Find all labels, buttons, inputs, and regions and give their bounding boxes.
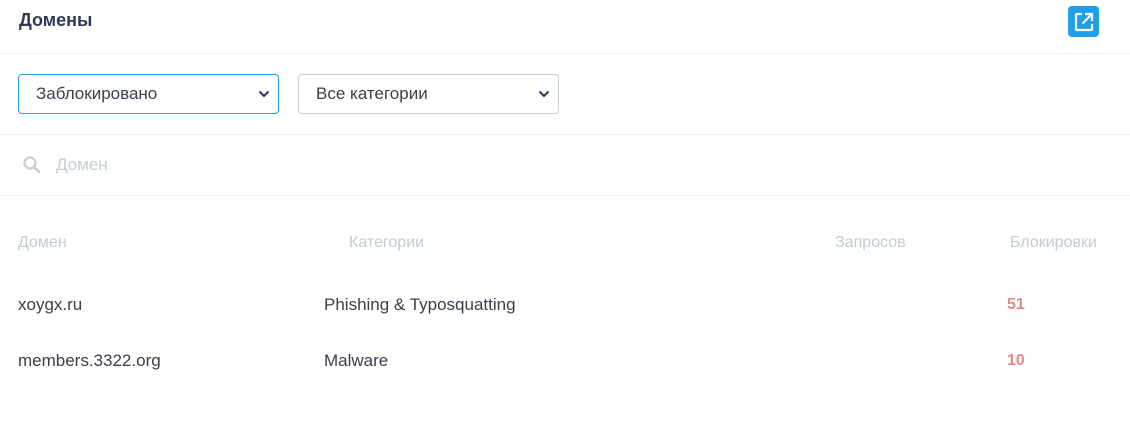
open-external-button[interactable] bbox=[1068, 6, 1099, 37]
status-filter-select[interactable]: Заблокировано bbox=[18, 74, 279, 114]
search-icon bbox=[23, 156, 41, 174]
filters-bar: Заблокировано Все категории bbox=[0, 54, 1130, 135]
column-header-blocks[interactable]: Блокировки bbox=[1010, 234, 1097, 252]
domain-search-input[interactable] bbox=[56, 151, 1096, 179]
chevron-down-icon bbox=[538, 90, 550, 98]
page-title: Домены bbox=[19, 10, 93, 30]
external-link-icon bbox=[1074, 12, 1093, 31]
table-row-domain[interactable]: members.3322.org bbox=[18, 351, 161, 371]
column-header-categories[interactable]: Категории bbox=[349, 234, 424, 252]
card-header: Домены bbox=[0, 0, 1130, 54]
search-bar bbox=[0, 135, 1130, 196]
chevron-down-icon bbox=[258, 90, 270, 98]
table-row-block-count: 51 bbox=[1007, 296, 1025, 313]
column-header-requests[interactable]: Запросов bbox=[835, 234, 906, 252]
category-filter-value: Все категории bbox=[316, 84, 428, 103]
table-row-category: Phishing & Typosquatting bbox=[324, 295, 516, 314]
column-header-domain[interactable]: Домен bbox=[18, 234, 67, 252]
category-filter-select[interactable]: Все категории bbox=[298, 74, 559, 114]
status-filter-value: Заблокировано bbox=[36, 84, 158, 103]
table-row-domain[interactable]: xoygx.ru bbox=[18, 295, 82, 315]
table-row-block-count: 10 bbox=[1007, 352, 1025, 369]
table-row-category: Malware bbox=[324, 351, 389, 370]
